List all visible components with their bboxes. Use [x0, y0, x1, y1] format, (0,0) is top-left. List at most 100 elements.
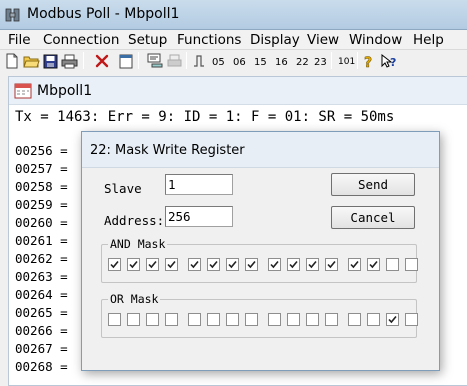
mask-bit-checkbox[interactable]: [386, 258, 399, 271]
dialog-title: 22: Mask Write Register: [90, 143, 245, 158]
mask-bit-checkbox[interactable]: [245, 313, 258, 326]
function-23-button[interactable]: 23: [314, 54, 327, 70]
function-15-button[interactable]: 15: [254, 54, 267, 70]
mask-bit-checkbox[interactable]: [146, 258, 159, 271]
mask-bit-checkbox[interactable]: [207, 313, 220, 326]
mask-bit-checkbox[interactable]: [165, 313, 178, 326]
mask-bit-checkbox[interactable]: [287, 313, 300, 326]
mask-bit-checkbox[interactable]: [165, 258, 178, 271]
mask-bit-checkbox[interactable]: [405, 258, 418, 271]
register-address: 00261: [15, 233, 53, 248]
mask-bit-checkbox[interactable]: [287, 258, 300, 271]
register-separator: =: [52, 197, 68, 212]
menu-bar: File Connection Setup Functions Display …: [0, 30, 467, 50]
register-separator: =: [52, 179, 68, 194]
register-separator: =: [52, 215, 68, 230]
toolbar-separator: [331, 52, 332, 69]
mask-bit-checkbox[interactable]: [108, 258, 121, 271]
register-address: 00266: [15, 323, 53, 338]
new-icon[interactable]: [4, 53, 20, 69]
address-field[interactable]: 256: [165, 206, 233, 227]
register-address: 00262: [15, 251, 53, 266]
print-icon[interactable]: [60, 53, 78, 69]
mask-bit-checkbox[interactable]: [405, 313, 418, 326]
function-101-button[interactable]: 101: [338, 54, 355, 70]
mask-bit-checkbox[interactable]: [108, 313, 121, 326]
disconnect-icon[interactable]: [94, 53, 110, 69]
register-row[interactable]: 00267 =: [15, 341, 68, 356]
slave-id-field[interactable]: 1: [165, 174, 233, 195]
mask-bit-checkbox[interactable]: [146, 313, 159, 326]
menu-view[interactable]: View: [307, 32, 339, 48]
and-mask-group: AND Mask: [101, 237, 418, 283]
register-separator: =: [52, 233, 68, 248]
menu-functions[interactable]: Functions: [177, 32, 241, 48]
mask-bit-checkbox[interactable]: [127, 258, 140, 271]
open-icon[interactable]: [22, 53, 40, 69]
register-row[interactable]: 00260 =: [15, 215, 68, 230]
mask-bit-checkbox[interactable]: [207, 258, 220, 271]
pulse-icon[interactable]: [192, 53, 206, 69]
or-mask-group: OR Mask: [101, 292, 418, 338]
mask-bit-checkbox[interactable]: [306, 258, 319, 271]
register-separator: =: [52, 161, 68, 176]
menu-display[interactable]: Display: [250, 32, 300, 48]
or-mask-label: OR Mask: [108, 292, 161, 306]
register-separator: =: [52, 359, 68, 374]
register-address: 00257: [15, 161, 53, 176]
mask-bit-checkbox[interactable]: [188, 313, 201, 326]
and-mask-label: AND Mask: [108, 237, 168, 251]
function-16-button[interactable]: 16: [275, 54, 288, 70]
register-row[interactable]: 00266 =: [15, 323, 68, 338]
send-button[interactable]: Send: [331, 173, 415, 196]
mask-bit-checkbox[interactable]: [268, 258, 281, 271]
mask-bit-checkbox[interactable]: [226, 258, 239, 271]
mask-bit-checkbox[interactable]: [226, 313, 239, 326]
mask-bit-checkbox[interactable]: [325, 258, 338, 271]
window-title: Modbus Poll - Mbpoll1: [27, 6, 180, 22]
mask-bit-checkbox[interactable]: [245, 258, 258, 271]
menu-connection[interactable]: Connection: [43, 32, 119, 48]
function-22-button[interactable]: 22: [296, 54, 309, 70]
mask-bit-checkbox[interactable]: [348, 258, 361, 271]
function-06-button[interactable]: 06: [233, 54, 246, 70]
register-row[interactable]: 00268 =: [15, 359, 68, 374]
register-separator: =: [52, 143, 68, 158]
register-row[interactable]: 00261 =: [15, 233, 68, 248]
menu-file[interactable]: File: [8, 32, 31, 48]
mask-bit-checkbox[interactable]: [348, 313, 361, 326]
register-row[interactable]: 00256 =: [15, 143, 68, 158]
register-row[interactable]: 00258 =: [15, 179, 68, 194]
register-address: 00267: [15, 341, 53, 356]
modbus-poll-icon: [4, 6, 22, 24]
print-disabled-icon[interactable]: [166, 53, 182, 69]
help-icon[interactable]: ?: [362, 53, 376, 69]
read-write-definition-icon[interactable]: [146, 53, 164, 69]
mask-bit-checkbox[interactable]: [386, 313, 399, 326]
function-05-button[interactable]: 05: [212, 54, 225, 70]
register-row[interactable]: 00265 =: [15, 305, 68, 320]
window-icon[interactable]: [118, 53, 134, 69]
register-row[interactable]: 00262 =: [15, 251, 68, 266]
register-row[interactable]: 00263 =: [15, 269, 68, 284]
menu-help[interactable]: Help: [413, 32, 444, 48]
register-row[interactable]: 00259 =: [15, 197, 68, 212]
mask-bit-checkbox[interactable]: [268, 313, 281, 326]
mask-bit-checkbox[interactable]: [367, 313, 380, 326]
register-address: 00264: [15, 287, 53, 302]
register-row[interactable]: 00257 =: [15, 161, 68, 176]
register-row[interactable]: 00264 =: [15, 287, 68, 302]
register-address: 00268: [15, 359, 53, 374]
mask-bit-checkbox[interactable]: [306, 313, 319, 326]
mask-bit-checkbox[interactable]: [188, 258, 201, 271]
menu-setup[interactable]: Setup: [128, 32, 167, 48]
svg-text:?: ?: [364, 55, 372, 69]
save-icon[interactable]: [42, 53, 58, 69]
menu-window[interactable]: Window: [349, 32, 402, 48]
mask-bit-checkbox[interactable]: [127, 313, 140, 326]
cancel-button[interactable]: Cancel: [331, 206, 415, 229]
mask-bit-checkbox[interactable]: [325, 313, 338, 326]
context-help-icon[interactable]: ?: [380, 53, 398, 69]
mask-bit-checkbox[interactable]: [367, 258, 380, 271]
mask-write-register-dialog: 22: Mask Write Register Slave 1 Address:…: [81, 131, 440, 371]
